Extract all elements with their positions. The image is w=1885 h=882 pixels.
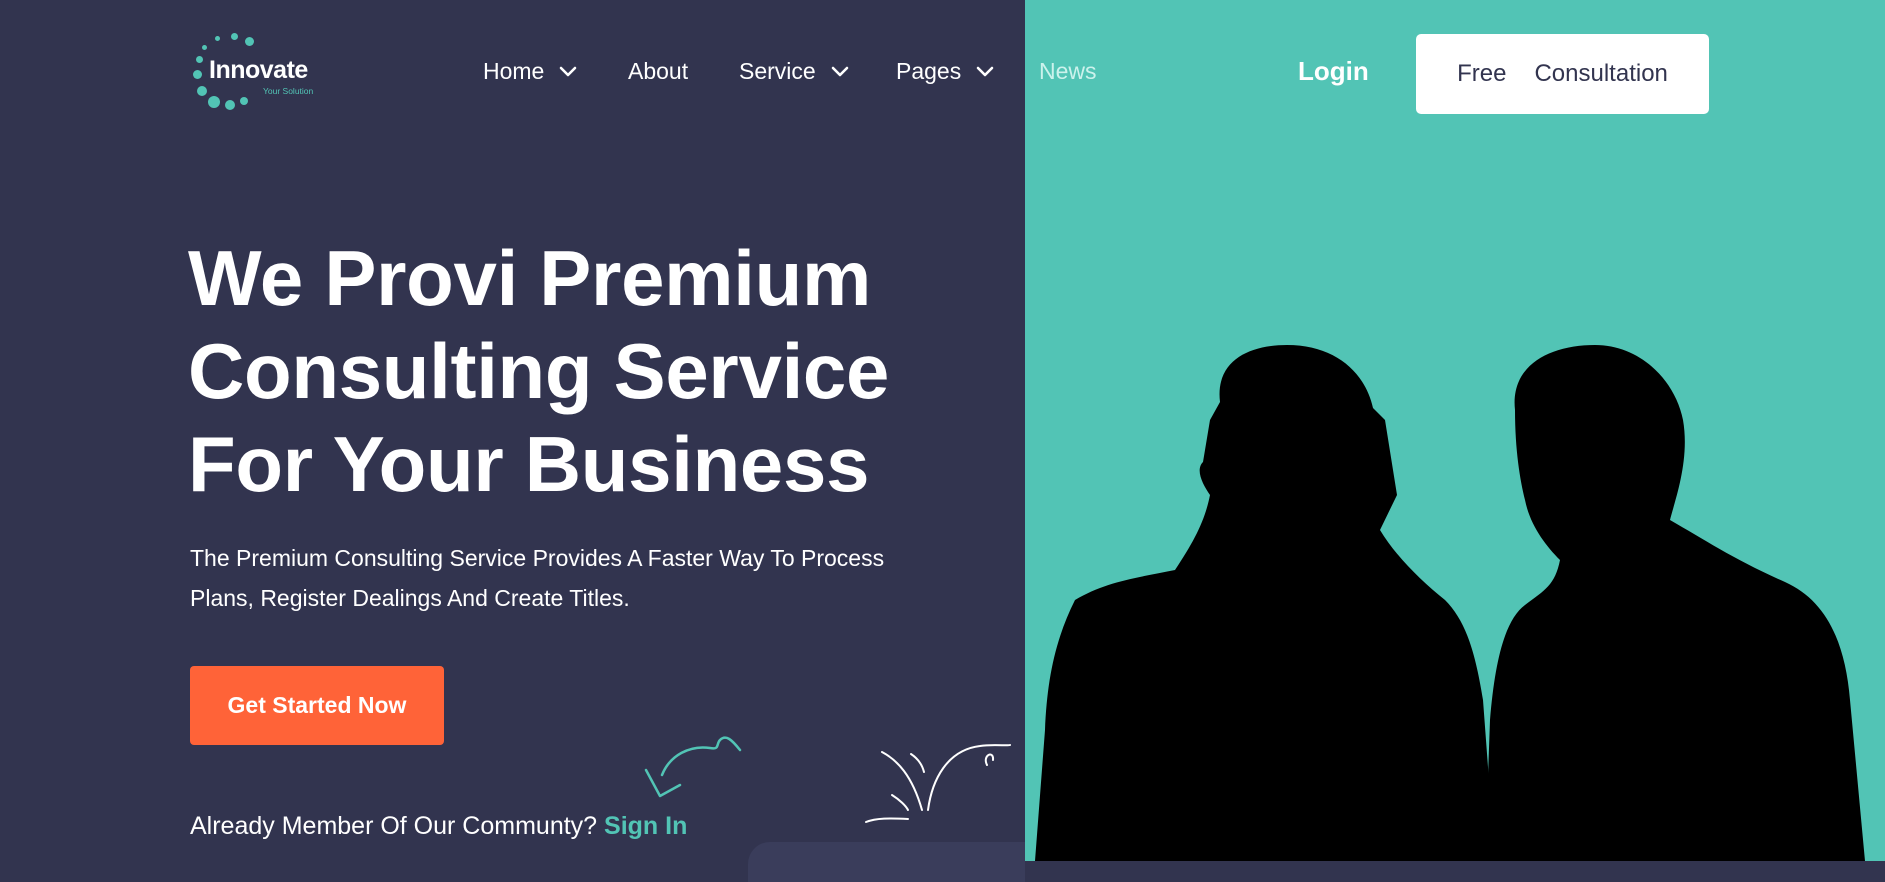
signin-link[interactable]: Sign In bbox=[604, 812, 687, 840]
hero-title-line: We Provi Premium bbox=[188, 234, 871, 322]
nav-item-label: Pages bbox=[896, 58, 962, 84]
sparkle-doodle-icon bbox=[865, 744, 1011, 823]
logo-dot-icon bbox=[245, 37, 254, 46]
logo-dot-icon bbox=[202, 45, 207, 50]
get-started-button[interactable]: Get Started Now bbox=[190, 666, 444, 745]
nav-item-news[interactable]: News bbox=[1039, 58, 1097, 85]
hero-description: The Premium Consulting Service Provides … bbox=[190, 545, 885, 611]
curved-arrow-icon bbox=[644, 736, 742, 798]
chevron-down-icon bbox=[831, 66, 849, 76]
logo-dot-icon bbox=[196, 56, 203, 63]
nav-item-service[interactable]: Service bbox=[739, 58, 850, 85]
hero-title: We Provi Premium Consulting Service For … bbox=[188, 232, 889, 511]
login-link[interactable]: Login bbox=[1298, 56, 1369, 87]
consultants-silhouette-image bbox=[1035, 345, 1865, 861]
logo-dot-icon bbox=[240, 97, 248, 105]
nav-item-home[interactable]: Home bbox=[483, 58, 578, 85]
logo-dot-icon bbox=[193, 70, 202, 79]
member-text: Already Member Of Our Communty? bbox=[190, 812, 598, 840]
logo-dot-icon bbox=[231, 33, 238, 40]
logo-dot-icon bbox=[208, 96, 220, 108]
logo-dot-icon bbox=[225, 100, 235, 110]
nav-item-pages[interactable]: Pages bbox=[896, 58, 995, 85]
hero-title-line: Consulting Service bbox=[188, 327, 890, 415]
chevron-down-icon bbox=[560, 66, 577, 76]
nav-item-label: About bbox=[628, 58, 689, 84]
logo-name: Innovate bbox=[209, 56, 308, 84]
nav-item-label: Home bbox=[483, 58, 545, 84]
logo-dot-icon bbox=[197, 86, 207, 96]
chevron-down-icon bbox=[976, 66, 994, 76]
nav-item-label: News bbox=[1039, 58, 1097, 84]
nav-item-label: Service bbox=[739, 58, 816, 84]
brand-logo[interactable]: Innovate Your Solution bbox=[188, 30, 338, 112]
hero-image-panel bbox=[1025, 0, 1885, 861]
consult-label-free: Free bbox=[1457, 60, 1507, 87]
free-consultation-button[interactable]: Free Consultation bbox=[1416, 34, 1709, 114]
hero-title-line: For Your Business bbox=[188, 420, 870, 508]
consult-label-consultation: Consultation bbox=[1534, 60, 1668, 87]
nav-item-about[interactable]: About bbox=[628, 58, 688, 85]
logo-dot-icon bbox=[215, 36, 220, 41]
member-signin-line: Already Member Of Our Communty? Sign In bbox=[190, 812, 687, 841]
logo-tagline: Your Solution bbox=[263, 86, 314, 96]
bottom-card-edge bbox=[748, 842, 1025, 882]
